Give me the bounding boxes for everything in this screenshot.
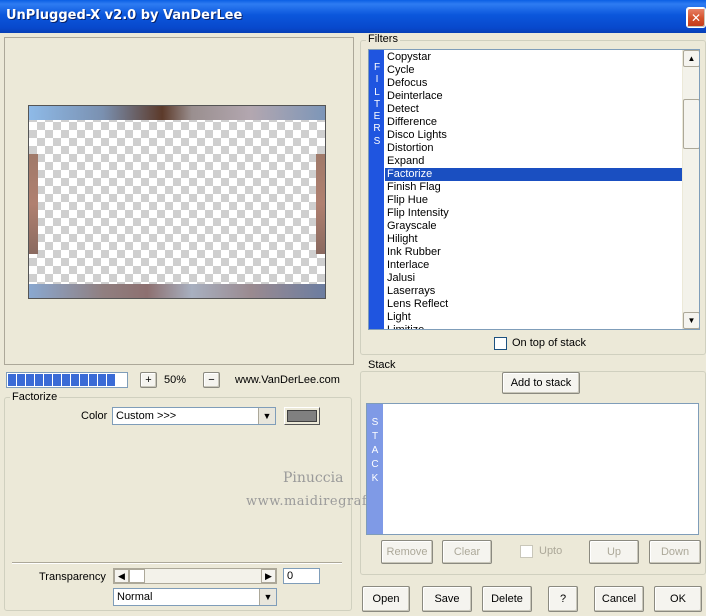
filters-vertical-label: FILTERS	[373, 62, 381, 147]
transparency-input[interactable]: 0	[283, 568, 320, 584]
chevron-down-icon[interactable]: ▼	[259, 589, 276, 605]
cancel-button[interactable]: Cancel	[594, 586, 644, 612]
scroll-thumb[interactable]	[683, 99, 699, 149]
add-to-stack-button[interactable]: Add to stack	[502, 372, 580, 394]
zoom-level: 50%	[164, 374, 187, 386]
ok-button[interactable]: OK	[654, 586, 702, 612]
stack-vertical-bar: STACK	[367, 404, 383, 534]
progress-segment	[62, 374, 70, 386]
transparency-label: Transparency	[39, 571, 106, 583]
progress-segment	[35, 374, 43, 386]
filter-list-item[interactable]: Copystar	[385, 51, 682, 64]
minus-icon: −	[208, 374, 215, 386]
filter-list-item[interactable]: Hilight	[385, 233, 682, 246]
upto-label[interactable]: Upto	[539, 545, 562, 557]
filter-list-item[interactable]: Expand	[385, 155, 682, 168]
slider-left-arrow-icon[interactable]: ◀	[114, 569, 129, 583]
zoom-in-button[interactable]: +	[140, 372, 157, 388]
close-button[interactable]: ✕	[686, 7, 706, 28]
delete-button[interactable]: Delete	[482, 586, 532, 612]
progress-segment	[17, 374, 25, 386]
stack-list[interactable]: STACK	[366, 403, 699, 535]
scroll-down-icon[interactable]: ▼	[683, 312, 699, 329]
watermark-name: Pinuccia	[283, 470, 344, 486]
color-select-value: Custom >>>	[116, 410, 177, 422]
filter-list-item[interactable]: Limitize	[385, 324, 682, 329]
upto-checkbox[interactable]	[520, 545, 533, 558]
divider	[12, 562, 342, 564]
progress-segment	[80, 374, 88, 386]
preview-frame-left	[29, 154, 38, 254]
on-top-label[interactable]: On top of stack	[512, 337, 586, 349]
filter-list-item[interactable]: Ink Rubber	[385, 246, 682, 259]
filter-list-item[interactable]: Cycle	[385, 64, 682, 77]
filter-list-item[interactable]: Deinterlace	[385, 90, 682, 103]
open-button[interactable]: Open	[362, 586, 410, 612]
save-button[interactable]: Save	[422, 586, 472, 612]
filters-scrollbar[interactable]: ▲ ▼	[682, 50, 699, 329]
slider-right-arrow-icon[interactable]: ▶	[261, 569, 276, 583]
filter-list-item[interactable]: Distortion	[385, 142, 682, 155]
on-top-checkbox[interactable]	[494, 337, 507, 350]
window-title: UnPlugged-X v2.0 by VanDerLee	[6, 8, 243, 23]
filter-items: Copystar Cycle Defocus Deinterlace Detect Dif…	[385, 51, 682, 329]
chevron-down-icon[interactable]: ▼	[258, 408, 275, 424]
filter-list-item[interactable]: Lens Reflect	[385, 298, 682, 311]
progress-segment	[44, 374, 52, 386]
preview-frame-bottom	[29, 284, 325, 298]
filter-list-item[interactable]: Detect	[385, 103, 682, 116]
stack-vertical-label: STACK	[371, 417, 379, 484]
filter-list-item[interactable]: Difference	[385, 116, 682, 129]
blend-mode-select[interactable]: Normal ▼	[113, 588, 277, 606]
color-swatch-button[interactable]	[284, 407, 320, 425]
filter-list-item[interactable]: Finish Flag	[385, 181, 682, 194]
filters-group-label: Filters	[366, 33, 400, 45]
progress-segment	[98, 374, 106, 386]
stack-group-label: Stack	[366, 359, 398, 371]
filter-list-item[interactable]: Grayscale	[385, 220, 682, 233]
progress-segment	[53, 374, 61, 386]
clear-button[interactable]: Clear	[442, 540, 492, 564]
filters-vertical-bar: FILTERS	[369, 50, 384, 329]
filter-list-item[interactable]: Disco Lights	[385, 129, 682, 142]
filter-list-item[interactable]: Light	[385, 311, 682, 324]
progress-bar	[6, 372, 128, 388]
slider-thumb[interactable]	[129, 569, 145, 583]
down-button[interactable]: Down	[649, 540, 701, 564]
color-label: Color	[81, 410, 108, 422]
remove-button[interactable]: Remove	[381, 540, 433, 564]
up-button[interactable]: Up	[589, 540, 639, 564]
help-button[interactable]: ?	[548, 586, 578, 612]
color-swatch	[287, 410, 317, 422]
filters-list[interactable]: FILTERS Copystar Cycle Defocus Deinterlace D…	[368, 49, 700, 330]
blend-mode-value: Normal	[117, 591, 153, 603]
filter-list-item[interactable]: Flip Intensity	[385, 207, 682, 220]
progress-segment	[26, 374, 34, 386]
preview-frame-right	[316, 154, 325, 254]
progress-segment	[71, 374, 79, 386]
transparency-slider[interactable]: ◀ ▶	[113, 568, 277, 584]
filter-list-item[interactable]: Jalusi	[385, 272, 682, 285]
zoom-out-button[interactable]: −	[203, 372, 220, 388]
progress-segment	[107, 374, 115, 386]
preview-frame-top	[29, 106, 325, 120]
filter-list-item[interactable]: Laserrays	[385, 285, 682, 298]
preview-image	[28, 105, 326, 299]
plus-icon: +	[145, 374, 152, 386]
progress-segment	[89, 374, 97, 386]
filter-list-item[interactable]: Defocus	[385, 77, 682, 90]
filter-list-item[interactable]: Flip Hue	[385, 194, 682, 207]
website-link[interactable]: www.VanDerLee.com	[235, 374, 340, 386]
filter-list-item[interactable]: Interlace	[385, 259, 682, 272]
factorize-group-label: Factorize	[10, 391, 60, 403]
color-select[interactable]: Custom >>> ▼	[112, 407, 276, 425]
close-icon: ✕	[690, 10, 702, 25]
filter-list-item[interactable]: Factorize	[385, 168, 682, 181]
scroll-up-icon[interactable]: ▲	[683, 50, 699, 67]
progress-segment	[8, 374, 16, 386]
